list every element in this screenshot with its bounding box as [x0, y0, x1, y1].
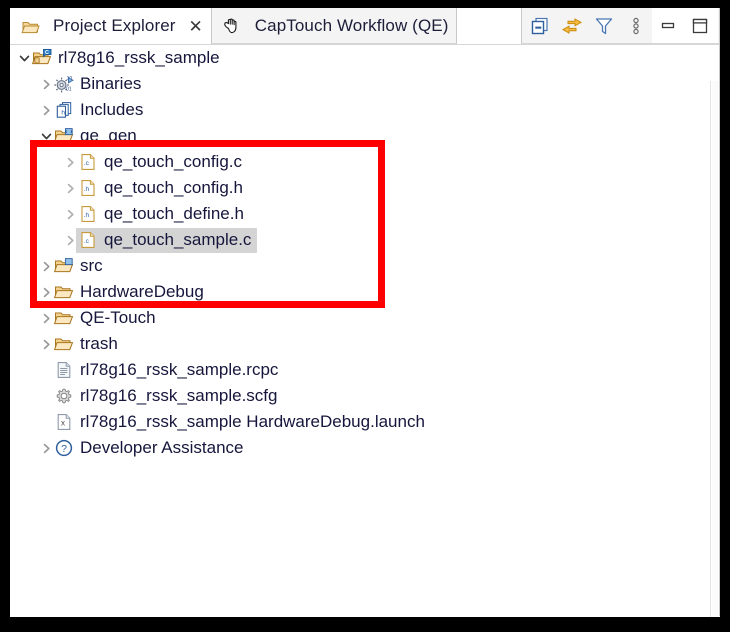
tree-item-scfg-file[interactable]: rl78g16_rssk_sample.scfg: [10, 383, 720, 409]
svg-text:h: h: [61, 110, 65, 117]
view-menu-icon[interactable]: [620, 9, 652, 43]
folder-icon: [54, 334, 74, 354]
tree-item-label: src: [80, 256, 103, 275]
captouch-hand-icon: [222, 16, 242, 36]
tree-item-hardwaredebug[interactable]: HardwareDebug: [10, 279, 720, 305]
gear-icon: [54, 386, 74, 406]
svg-text:.h: .h: [84, 186, 90, 193]
svg-text:.c: .c: [84, 238, 90, 245]
folder-icon: [54, 308, 74, 328]
tree-item-label: Binaries: [80, 74, 142, 93]
chevron-right-icon[interactable]: [62, 206, 78, 222]
svg-text:?: ?: [61, 443, 67, 455]
minimize-icon[interactable]: [652, 9, 684, 43]
svg-text:x: x: [61, 419, 65, 428]
project-explorer-view: Project Explorer ✕ CapTouch Workflow (QE…: [10, 8, 720, 617]
chevron-right-icon[interactable]: [62, 180, 78, 196]
folder-source-icon: [54, 126, 74, 146]
svg-text:C: C: [45, 50, 49, 56]
filter-icon[interactable]: [588, 9, 620, 43]
tree-item-label: qe_gen: [80, 126, 137, 145]
tree-item-includes[interactable]: h Includes: [10, 97, 720, 123]
document-icon: [54, 360, 74, 380]
help-question-icon: ?: [54, 438, 74, 458]
chevron-right-icon[interactable]: [38, 102, 54, 118]
tree-item-label: qe_touch_sample.c: [104, 229, 252, 249]
tree-item-binaries[interactable]: 10 01 Binaries: [10, 71, 720, 97]
tree-item-label: rl78g16_rssk_sample HardwareDebug.launch: [80, 412, 425, 431]
binaries-icon: 10 01: [54, 74, 74, 94]
tree-item-label: qe_touch_config.h: [104, 178, 243, 197]
tree-item-qe-gen[interactable]: qe_gen: [10, 123, 720, 149]
tab-project-explorer[interactable]: Project Explorer ✕: [10, 8, 212, 44]
chevron-right-icon[interactable]: [38, 440, 54, 456]
project-tree[interactable]: C rl78g16_rssk_sample 10 01: [10, 45, 720, 617]
tree-item-qe-touch-config-c[interactable]: .c qe_touch_config.c: [10, 149, 720, 175]
view-window-controls: [652, 8, 718, 43]
includes-icon: h: [54, 100, 74, 120]
c-file-icon: .c: [78, 230, 98, 250]
close-icon[interactable]: ✕: [189, 18, 203, 35]
tab-label: CapTouch Workflow (QE): [254, 15, 449, 35]
chevron-right-icon[interactable]: [38, 310, 54, 326]
tree-item-launch-file[interactable]: x rl78g16_rssk_sample HardwareDebug.laun…: [10, 409, 720, 435]
tree-item-label: Developer Assistance: [80, 438, 244, 457]
h-file-icon: .h: [78, 204, 98, 224]
collapse-all-icon[interactable]: [524, 9, 556, 43]
folder-source-icon: [54, 256, 74, 276]
svg-text:.h: .h: [84, 212, 90, 219]
tree-item-label: trash: [80, 334, 118, 353]
chevron-down-icon[interactable]: [16, 50, 32, 66]
tree-item-label: rl78g16_rssk_sample: [58, 48, 220, 67]
folder-icon: [54, 282, 74, 302]
h-file-icon: .h: [78, 178, 98, 198]
chevron-right-icon[interactable]: [38, 76, 54, 92]
link-with-editor-icon[interactable]: [556, 9, 588, 43]
tree-item-qe-touch-config-h[interactable]: .h qe_touch_config.h: [10, 175, 720, 201]
maximize-icon[interactable]: [684, 9, 716, 43]
tree-item-label: Includes: [80, 100, 144, 119]
tree-item-rcpc-file[interactable]: rl78g16_rssk_sample.rcpc: [10, 357, 720, 383]
panel-right-edge: [719, 8, 720, 616]
chevron-right-icon[interactable]: [38, 284, 54, 300]
chevron-right-icon[interactable]: [38, 258, 54, 274]
tab-label: Project Explorer: [53, 16, 176, 35]
tree-item-label: QE-Touch: [80, 308, 156, 327]
project-explorer-icon: [20, 16, 40, 36]
tree-item-qe-touch[interactable]: QE-Touch: [10, 305, 720, 331]
launch-config-icon: x: [54, 412, 74, 432]
selection-highlight: .c qe_touch_sample.c: [76, 227, 258, 253]
c-project-icon: C: [32, 48, 52, 68]
svg-text:01: 01: [66, 86, 72, 92]
tree-item-trash[interactable]: trash: [10, 331, 720, 357]
tree-item-label: rl78g16_rssk_sample.rcpc: [80, 360, 279, 379]
tab-captouch-workflow[interactable]: CapTouch Workflow (QE): [211, 8, 458, 44]
tree-item-label: HardwareDebug: [80, 282, 204, 301]
tree-item-qe-touch-sample-c[interactable]: .c qe_touch_sample.c: [10, 227, 720, 253]
screenshot-root: Project Explorer ✕ CapTouch Workflow (QE…: [0, 0, 730, 632]
tree-item-developer-assistance[interactable]: ? Developer Assistance: [10, 435, 720, 461]
chevron-right-icon[interactable]: [38, 336, 54, 352]
chevron-down-icon[interactable]: [38, 128, 54, 144]
view-toolbar: [521, 8, 720, 44]
tree-item-src[interactable]: src: [10, 253, 720, 279]
tree-item-label: qe_touch_define.h: [104, 204, 244, 223]
tree-item-label: rl78g16_rssk_sample.scfg: [80, 386, 278, 405]
chevron-right-icon[interactable]: [62, 154, 78, 170]
tree-item-qe-touch-define-h[interactable]: .h qe_touch_define.h: [10, 201, 720, 227]
svg-text:.c: .c: [84, 160, 90, 167]
tree-item-project[interactable]: C rl78g16_rssk_sample: [10, 45, 720, 71]
tree-item-label: qe_touch_config.c: [104, 152, 242, 171]
c-file-icon: .c: [78, 152, 98, 172]
view-tab-bar: Project Explorer ✕ CapTouch Workflow (QE…: [10, 8, 720, 45]
